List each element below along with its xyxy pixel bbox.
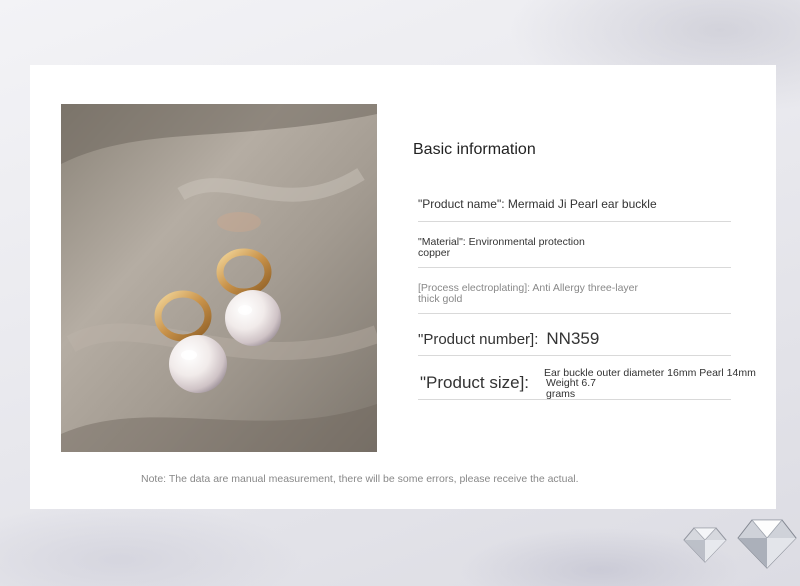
section-heading: Basic information xyxy=(413,141,536,158)
info-card: Basic information "Product name": Mermai… xyxy=(30,65,776,509)
basic-information-panel: Basic information "Product name": Mermai… xyxy=(413,65,756,485)
material-text-line1: "Material": Environmental protection xyxy=(418,236,585,248)
product-name-row: "Product name": Mermaid Ji Pearl ear buc… xyxy=(418,197,731,222)
product-name-text: "Product name": Mermaid Ji Pearl ear buc… xyxy=(418,197,657,211)
material-text-line2: copper xyxy=(418,247,451,259)
product-size-value-line2: Weight 6.7 grams xyxy=(546,377,597,400)
process-text-line2: thick gold xyxy=(418,293,463,305)
diamond-icon xyxy=(676,512,800,572)
product-number-label: "Product number]: xyxy=(418,331,539,348)
pearl-earring-photo xyxy=(61,104,377,452)
process-text-line1: [Process electroplating]: Anti Allergy t… xyxy=(418,282,639,294)
product-number-row: "Product number]: NN359 xyxy=(418,329,731,356)
product-number-value: NN359 xyxy=(546,329,600,348)
measurement-note: Note: The data are manual measurement, t… xyxy=(141,473,579,485)
product-size-label: "Product size]: xyxy=(420,373,530,392)
product-size-row: "Product size]: Ear buckle outer diamete… xyxy=(418,365,756,400)
material-row: "Material": Environmental protection cop… xyxy=(418,237,731,268)
process-row: [Process electroplating]: Anti Allergy t… xyxy=(418,283,731,314)
